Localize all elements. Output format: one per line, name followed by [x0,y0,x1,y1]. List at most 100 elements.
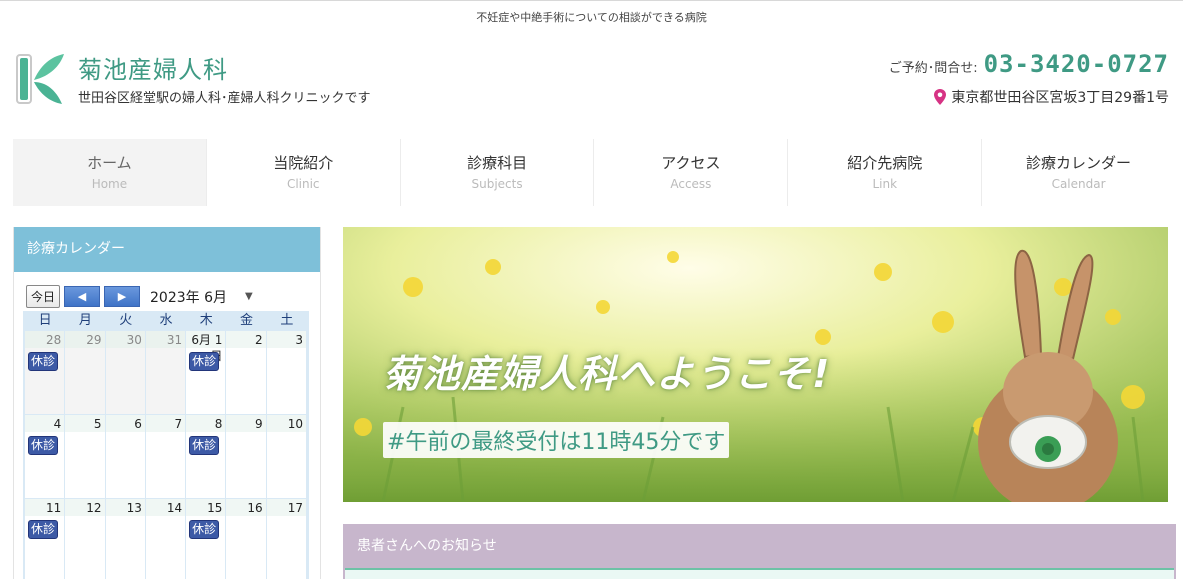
day-number: 8 [186,415,226,432]
weekday-header: 日 月 火 水 木 金 土 [25,311,307,331]
top-border [0,0,1183,1]
calendar-day[interactable]: 3 [266,331,307,415]
month-label: 2023年 6月 [150,289,228,306]
calendar-day[interactable]: 12 [65,499,106,579]
weekday-label: 日 [38,313,52,328]
calendar-day[interactable]: 30 [105,331,146,415]
calendar-toolbar: 今日 ◀ ▶ 2023年 6月 ▼ [26,285,253,308]
calendar-day[interactable]: 13 [105,499,146,579]
nav-label: 診療科目 [467,154,528,172]
day-number: 2 [226,331,266,348]
calendar-grid: 日 月 火 水 木 金 土 28休診2930316月 1日休診234休診5678… [23,311,309,579]
calendar-day[interactable]: 14 [145,499,187,579]
site-subtitle: 世田谷区経堂駅の婦人科･産婦人科クリニックです [78,91,371,106]
weekday-label: 金 [240,313,254,328]
prev-arrow-icon: ◀ [77,290,87,303]
nav-sublabel: Clinic [286,177,320,191]
calendar-day[interactable]: 31 [145,331,187,415]
closed-day-badge[interactable]: 休診 [189,352,220,371]
day-number: 5 [65,415,105,432]
calendar-day[interactable]: 5 [65,415,106,499]
day-number: 11 [25,499,65,516]
phone-contact: ご予約･問合せ: 03-3420-0727 [889,50,1169,78]
dropdown-arrow-icon[interactable]: ▼ [245,291,253,302]
hero-banner: 菊池産婦人科へようこそ! #午前の最終受付は11時45分です [343,227,1168,502]
nav-sublabel: Link [872,177,898,191]
calendar-widget: 診療カレンダー 今日 ◀ ▶ 2023年 6月 ▼ 日 月 火 水 木 金 土 … [13,227,321,579]
calendar-day[interactable]: 7 [145,415,187,499]
day-number: 3 [266,331,306,348]
site-title[interactable]: 菊池産婦人科 [78,50,228,85]
site-tagline: 不妊症や中絶手術についての相談ができる病院 [476,11,707,24]
day-number: 12 [65,499,105,516]
calendar-day[interactable]: 29 [65,331,106,415]
main-nav: ホーム Home 当院紹介 Clinic 診療科目 Subjects アクセス … [13,139,1175,206]
calendar-day[interactable]: 6月 1日休診 [186,331,227,415]
map-pin-icon [934,89,947,105]
day-number: 17 [266,499,306,516]
closed-day-badge[interactable]: 休診 [189,436,220,455]
nav-item-subjects[interactable]: 診療科目 Subjects [401,139,595,206]
closed-day-badge[interactable]: 休診 [28,436,59,455]
day-number: 16 [226,499,266,516]
today-button[interactable]: 今日 [26,285,61,308]
nav-sublabel: Access [670,177,712,191]
day-number: 13 [105,499,145,516]
nav-item-link[interactable]: 紹介先病院 Link [788,139,983,206]
calendar-day[interactable]: 16 [226,499,267,579]
closed-day-badge[interactable]: 休診 [189,520,220,539]
notice-section: 患者さんへのお知らせ [343,524,1176,579]
nav-label: ホーム [87,154,132,172]
day-number: 10 [266,415,306,432]
nav-label: 診療カレンダー [1026,154,1132,172]
address-text: 東京都世田谷区宮坂3丁目29番1号 [951,90,1169,106]
nav-sublabel: Subjects [471,177,523,191]
calendar-day[interactable]: 15 休診 [186,499,227,579]
phone-label: ご予約･問合せ: [888,61,978,76]
calendar-day[interactable]: 17 [266,499,307,579]
hero-title: 菊池産婦人科へようこそ! [383,352,831,396]
calendar-day[interactable]: 9 [226,415,267,499]
closed-day-badge[interactable]: 休診 [28,352,59,371]
next-month-button[interactable]: ▶ [104,286,141,307]
weekday-label: 火 [119,313,133,328]
day-number: 4 [25,415,65,432]
day-number: 9 [226,415,266,432]
nav-item-clinic[interactable]: 当院紹介 Clinic [207,139,401,206]
calendar-day[interactable]: 8 休診 [186,415,227,499]
closed-day-badge[interactable]: 休診 [28,520,59,539]
day-number: 6 [105,415,145,432]
phone-number[interactable]: 03-3420-0727 [984,50,1169,78]
weekday-label: 水 [159,313,173,328]
day-number: 31 [145,331,186,348]
day-number: 28 [25,331,65,348]
nav-label: アクセス [661,154,721,172]
nav-sublabel: Home [91,177,128,191]
calendar-day[interactable]: 11 休診 [25,499,66,579]
prev-month-button[interactable]: ◀ [64,286,101,307]
weekday-label: 月 [78,313,92,328]
calendar-heading: 診療カレンダー [14,227,320,272]
nav-label: 紹介先病院 [847,154,923,172]
nav-item-calendar[interactable]: 診療カレンダー Calendar [982,139,1175,206]
day-number: 14 [145,499,186,516]
nav-item-access[interactable]: アクセス Access [594,139,789,206]
day-number: 7 [145,415,186,432]
next-arrow-icon: ▶ [117,290,127,303]
notice-heading: 患者さんへのお知らせ [357,538,497,554]
day-number: 6月 1日 [186,331,226,363]
calendar-day[interactable]: 6 [105,415,146,499]
calendar-day[interactable]: 10 [266,415,307,499]
notice-body [345,568,1174,579]
weekday-label: 木 [199,313,213,328]
day-number: 29 [65,331,105,348]
hero-subtitle: #午前の最終受付は11時45分です [383,422,730,458]
calendar-day[interactable]: 4 休診 [25,415,66,499]
calendar-week: 11 休診 12 13 14 15 休診 16 17 [25,499,307,579]
day-number: 30 [105,331,145,348]
calendar-day[interactable]: 28 休診 [25,331,66,415]
clinic-logo-icon[interactable] [14,52,66,106]
calendar-day[interactable]: 2 [226,331,267,415]
nav-item-home[interactable]: ホーム Home [13,139,207,206]
weekday-label: 土 [280,313,294,328]
